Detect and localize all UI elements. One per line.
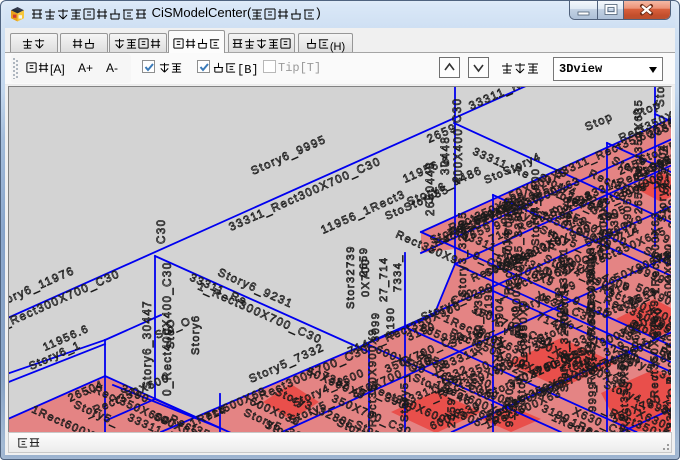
svg-text:Story4_5904: Story4_5904 <box>494 297 506 375</box>
svg-text:Story4_4600: Story4_4600 <box>530 168 542 246</box>
svg-text:9_C30: 9_C30 <box>504 387 516 427</box>
svg-text:33311: 33311 <box>558 247 570 284</box>
svg-text:2659: 2659 <box>633 184 645 214</box>
svg-text:_Rect350X635: _Rect350X635 <box>633 99 645 190</box>
svg-text:Story6_30447: Story6_30447 <box>142 300 154 389</box>
svg-text:7334_: 7334_ <box>392 254 404 292</box>
svg-text:2659: 2659 <box>671 287 672 317</box>
svg-text:_3905: _3905 <box>622 197 634 236</box>
svg-text:_Rect350X600: _Rect350X600 <box>586 302 598 393</box>
svg-text:Story3_32805: Story3_32805 <box>559 306 571 392</box>
svg-text:50X900X9: 50X900X9 <box>598 196 610 259</box>
svg-text:Story5_: Story5_ <box>399 374 411 422</box>
svg-text:33311_Rect350: 33311_Rect350 <box>665 333 672 429</box>
svg-text:Story4_4600: Story4_4600 <box>516 324 528 402</box>
svg-text:StoO: StoO <box>165 318 177 349</box>
svg-text:Story3_32805: Story3_32805 <box>457 211 469 297</box>
svg-text:Rect350X900X9: Rect350X900X9 <box>367 328 379 427</box>
svg-text:Sto6_1: Sto6_1 <box>655 87 667 107</box>
svg-text:C30: C30 <box>156 219 168 244</box>
svg-text:Story6: Story6 <box>190 315 202 356</box>
svg-text:2659: 2659 <box>667 198 672 228</box>
svg-text:1Rect600X63: 1Rect600X63 <box>650 211 662 294</box>
svg-text:Rect350X9: Rect350X9 <box>619 364 631 431</box>
svg-text:9999: 9999 <box>587 382 599 412</box>
svg-text:Stor32739: Stor32739 <box>345 245 357 309</box>
svg-text:0X700: 0X700 <box>360 258 372 297</box>
svg-text:9999: 9999 <box>562 196 574 226</box>
svg-text:C30: C30 <box>452 98 464 123</box>
svg-text:Rect350X900X9: Rect350X900X9 <box>649 299 661 398</box>
svg-text:27_714: 27_714 <box>378 257 390 302</box>
